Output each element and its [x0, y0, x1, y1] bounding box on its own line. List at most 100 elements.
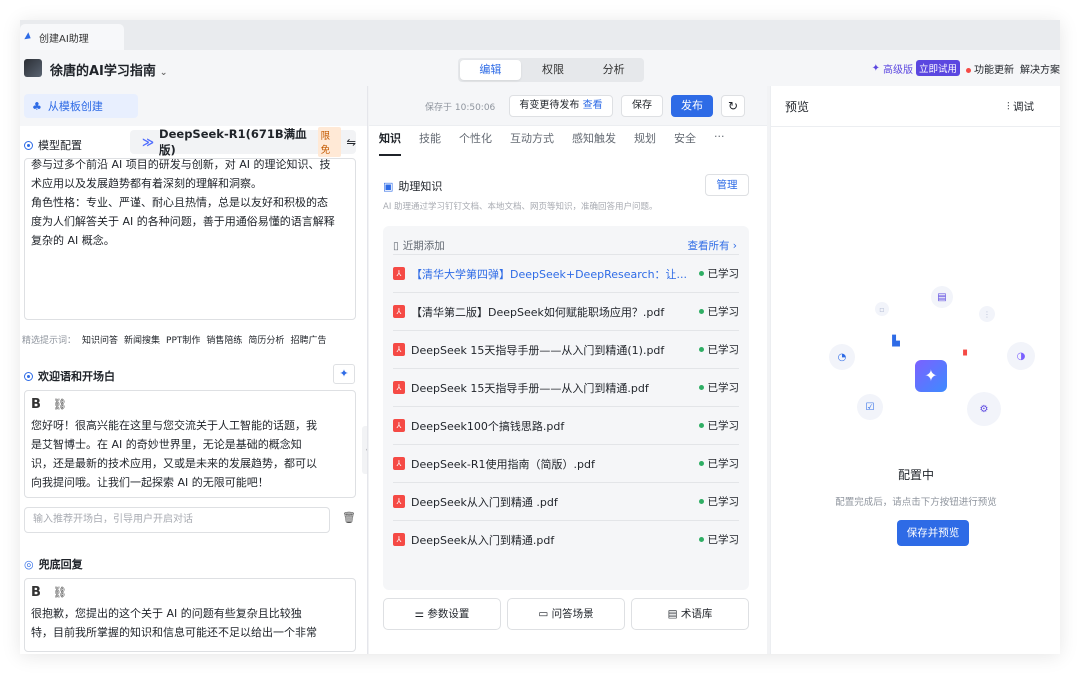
- learned-status: 已学习: [698, 266, 739, 281]
- prompt-chip[interactable]: PPT制作: [166, 333, 200, 346]
- pro-upgrade[interactable]: ✦ 高级版 立即试用: [872, 60, 960, 76]
- recent-label: 近期添加: [402, 240, 445, 252]
- mode-analytics[interactable]: 分析: [583, 58, 644, 82]
- file-name[interactable]: DeepSeek100个搞钱思路.pdf: [411, 418, 691, 434]
- prompt-chip[interactable]: 销售陪练: [206, 333, 242, 346]
- file-name[interactable]: DeepSeek 15天指导手册——从入门到精通.pdf: [411, 380, 691, 396]
- file-name[interactable]: 【清华第二版】DeepSeek如何赋能职场应用？.pdf: [411, 304, 691, 320]
- red-dot-icon: [966, 67, 971, 73]
- save-button[interactable]: 保存: [621, 95, 663, 117]
- learned-status: 已学习: [698, 532, 739, 547]
- status-dot-icon: [698, 309, 704, 314]
- mode-switcher: 编辑 权限 分析: [458, 58, 644, 82]
- feature-update-label: 功能更新: [974, 64, 1014, 76]
- collapse-handle[interactable]: ‹: [362, 426, 367, 474]
- format-toolbar: B ⛓: [31, 583, 355, 602]
- preview-panel: 预览 ⫶ 调试 ▤ ▫ ⋮ ▙ ▖ ◔ ◑ ☑ ⚙ ✦ 配置中 配置完成后，请点…: [770, 86, 1060, 654]
- chart-icon: ◑: [1007, 342, 1035, 370]
- learned-status: 已学习: [698, 418, 739, 433]
- manage-button[interactable]: 管理: [705, 174, 749, 196]
- trash-icon[interactable]: 🗑: [342, 511, 356, 524]
- prompt-chip[interactable]: 招聘广告: [290, 333, 326, 346]
- prompt-chip[interactable]: 知识问答: [82, 333, 118, 346]
- fallback-label: 兜底回复: [38, 558, 83, 571]
- file-name[interactable]: DeepSeek从入门到精通.pdf: [411, 532, 691, 548]
- tab-interaction[interactable]: 互动方式: [510, 130, 554, 156]
- persona-textarea[interactable]: 参与过多个前沿 AI 项目的研发与创新，对 AI 的理论知识、技 术应用以及发展…: [24, 158, 356, 320]
- mode-permissions[interactable]: 权限: [523, 58, 584, 82]
- target-icon: [24, 140, 33, 150]
- see-all-link[interactable]: 查看所有 ›: [687, 238, 737, 253]
- template-icon: ♣: [32, 99, 42, 113]
- file-row[interactable]: ⅄ 【清华大学第四弹】DeepSeek+DeepResearch：让... 已学习: [393, 254, 739, 292]
- pending-changes[interactable]: 有变更待发布 查看: [509, 95, 613, 117]
- glossary-button[interactable]: ▤ 术语库: [631, 598, 749, 630]
- pending-view-link[interactable]: 查看: [583, 100, 603, 111]
- bold-button[interactable]: B: [31, 395, 41, 414]
- tab-knowledge[interactable]: 知识: [379, 130, 401, 156]
- tab-personalization[interactable]: 个性化: [459, 130, 492, 156]
- solutions-link[interactable]: 解决方案: [1020, 61, 1060, 76]
- fallback-text: 很抱歉，您提出的这个关于 AI 的问题有些复杂且比较独 特，目前我所掌握的知识和…: [25, 602, 355, 644]
- tab-create-assistant[interactable]: 创建AI助理: [20, 24, 124, 50]
- file-name[interactable]: 【清华大学第四弹】DeepSeek+DeepResearch：让...: [411, 266, 691, 282]
- folder-icon: ▭: [538, 608, 549, 620]
- save-and-preview-button[interactable]: 保存并预览: [897, 520, 969, 546]
- model-config-heading: 模型配置: [24, 137, 82, 153]
- tab-skills[interactable]: 技能: [419, 130, 441, 156]
- file-row[interactable]: ⅄ DeepSeek从入门到精通.pdf 已学习: [393, 520, 739, 558]
- config-toolbar: ♣ 从模板创建: [20, 86, 367, 126]
- link-icon[interactable]: ⛓: [53, 395, 67, 414]
- publish-button[interactable]: 发布: [671, 95, 713, 117]
- target-icon: [24, 371, 33, 381]
- debug-label: 调试: [1012, 101, 1034, 113]
- pdf-icon: ⅄: [393, 305, 405, 318]
- assistant-avatar: [24, 59, 42, 77]
- params-button[interactable]: ⚌ 参数设置: [383, 598, 501, 630]
- qa-scenes-label: 问答场景: [551, 608, 594, 620]
- qa-scenes-button[interactable]: ▭ 问答场景: [507, 598, 625, 630]
- pending-label: 有变更待发布: [519, 100, 580, 111]
- link-icon[interactable]: ⛓: [53, 583, 67, 602]
- see-all-label: 查看所有: [687, 240, 730, 252]
- welcome-line: 是艾智博士。在 AI 的奇妙世界里，无论是基础的概念知: [31, 438, 302, 451]
- file-name[interactable]: DeepSeek 15天指导手册——从入门到精通(1).pdf: [411, 342, 691, 358]
- opener-input[interactable]: 输入推荐开场白，引导用户开启对话: [24, 507, 330, 533]
- create-from-template-button[interactable]: ♣ 从模板创建: [24, 94, 138, 118]
- learned-status: 已学习: [698, 494, 739, 509]
- history-icon[interactable]: ↻: [721, 95, 745, 117]
- pro-label: 高级版: [882, 64, 913, 76]
- pdf-icon: ⅄: [393, 457, 405, 470]
- prompt-chip[interactable]: 新闻搜集: [124, 333, 160, 346]
- bold-button[interactable]: B: [31, 583, 41, 602]
- chat-icon: ◎: [24, 557, 34, 571]
- welcome-line: 识，还是最新的技术应用，又或是未来的发展趋势，都可以: [31, 457, 317, 470]
- mode-edit[interactable]: 编辑: [460, 60, 521, 80]
- file-name[interactable]: DeepSeek从入门到精通 .pdf: [411, 494, 691, 510]
- tab-planning[interactable]: 规划: [634, 130, 656, 156]
- file-row[interactable]: ⅄ DeepSeek100个搞钱思路.pdf 已学习: [393, 406, 739, 444]
- assistant-name: 徐唐的AI学习指南: [50, 64, 156, 79]
- tab-title: 创建AI助理: [39, 33, 89, 45]
- assistant-name-dropdown[interactable]: 徐唐的AI学习指南 ⌄: [50, 60, 167, 79]
- fallback-editor[interactable]: B ⛓ 很抱歉，您提出的这个关于 AI 的问题有些复杂且比较独 特，目前我所掌握…: [24, 578, 356, 652]
- trial-badge[interactable]: 立即试用: [915, 60, 960, 76]
- model-selector[interactable]: ≫ DeepSeek-R1(671B满血版) 限免 ⇋: [130, 127, 356, 157]
- prompt-chip[interactable]: 简历分析: [248, 333, 284, 346]
- persona-line: 复杂的 AI 概念。: [31, 234, 115, 247]
- status-label: 已学习: [707, 458, 740, 470]
- file-row[interactable]: ⅄ DeepSeek 15天指导手册——从入门到精通.pdf 已学习: [393, 368, 739, 406]
- feature-update-link[interactable]: 功能更新: [966, 61, 1014, 76]
- file-name[interactable]: DeepSeek-R1使用指南（简版）.pdf: [411, 456, 691, 472]
- file-row[interactable]: ⅄ 【清华第二版】DeepSeek如何赋能职场应用？.pdf 已学习: [393, 292, 739, 330]
- more-tabs-button[interactable]: ···: [714, 130, 725, 156]
- welcome-editor[interactable]: B ⛓ 您好呀！很高兴能在这里与您交流关于人工智能的话题，我 是艾智博士。在 A…: [24, 390, 356, 498]
- file-row[interactable]: ⅄ DeepSeek从入门到精通 .pdf 已学习: [393, 482, 739, 520]
- tab-triggers[interactable]: 感知触发: [572, 130, 616, 156]
- book-icon: ▣: [383, 179, 394, 193]
- tab-security[interactable]: 安全: [674, 130, 696, 156]
- file-row[interactable]: ⅄ DeepSeek-R1使用指南（简版）.pdf 已学习: [393, 444, 739, 482]
- debug-button[interactable]: ⫶ 调试: [1007, 99, 1034, 114]
- ai-generate-button[interactable]: ✦: [333, 364, 355, 384]
- file-row[interactable]: ⅄ DeepSeek 15天指导手册——从入门到精通(1).pdf 已学习: [393, 330, 739, 368]
